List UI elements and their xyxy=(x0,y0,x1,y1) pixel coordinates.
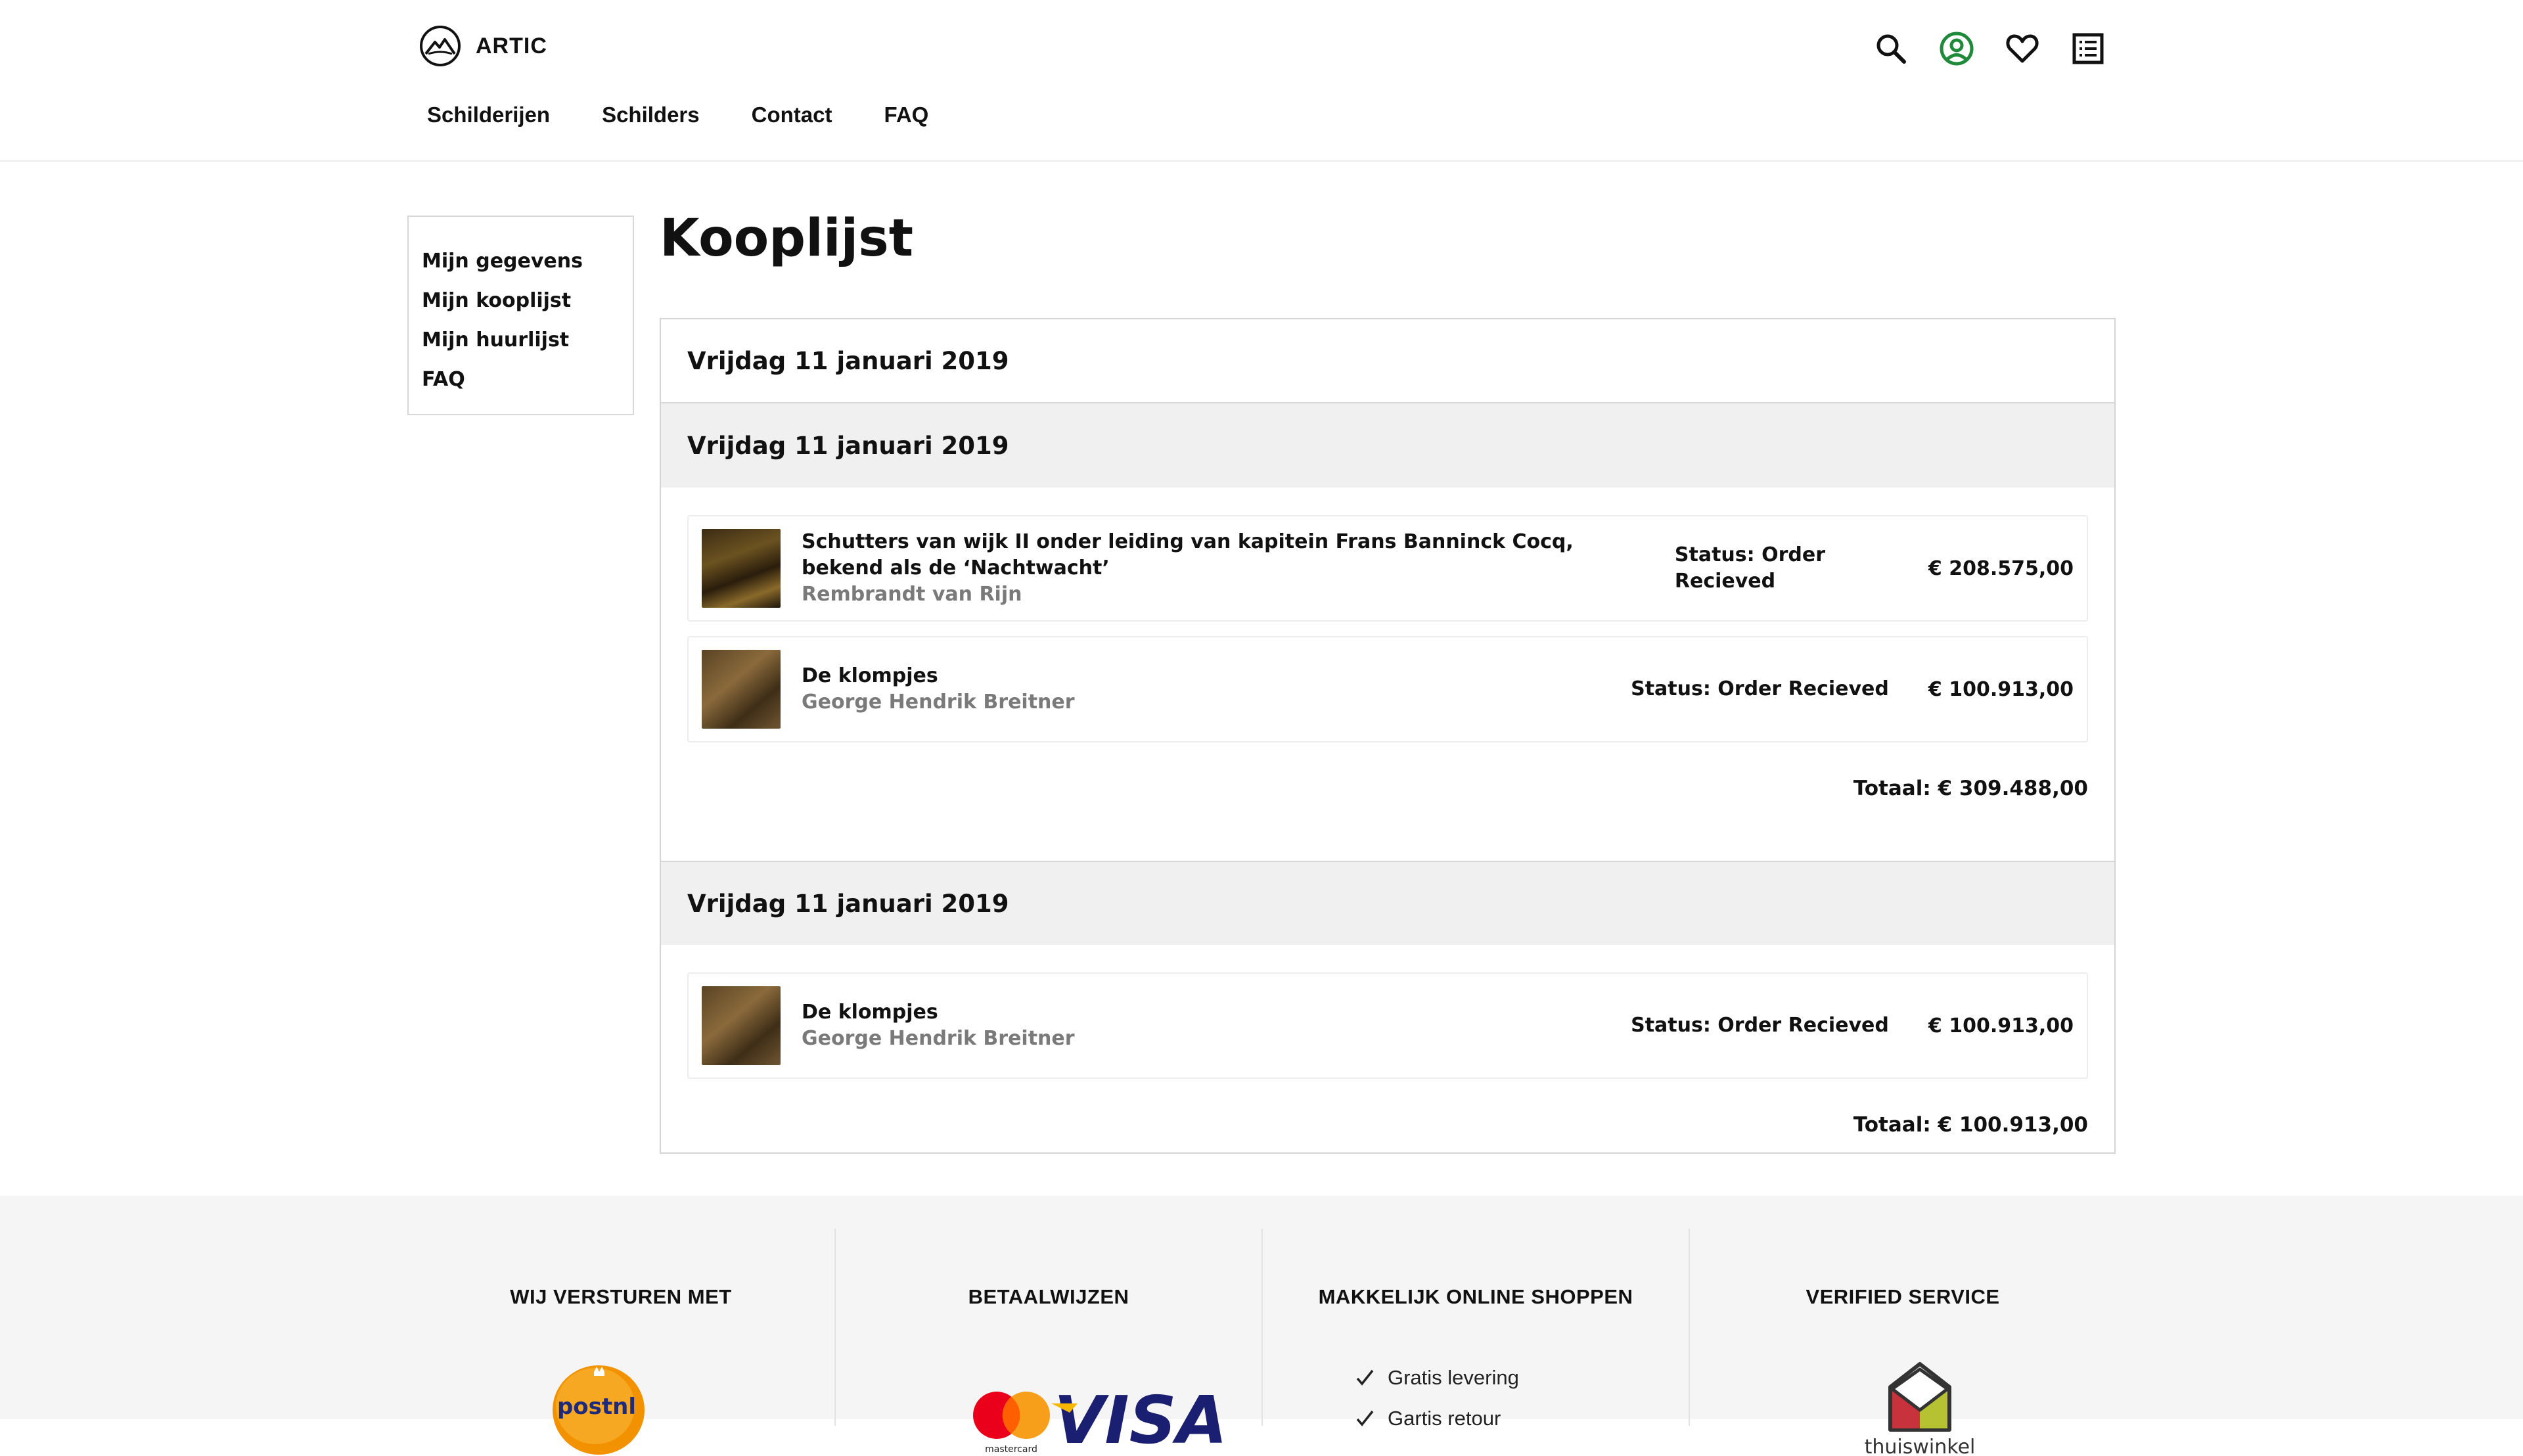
account-icon xyxy=(1940,32,1974,66)
search-icon xyxy=(1876,34,1906,64)
check-icon xyxy=(1356,1369,1374,1386)
shopping-benefits: Gratis levering Gartis retour xyxy=(1355,1357,1519,1439)
order-date-header[interactable]: Vrijdag 11 januari 2019 xyxy=(661,319,2114,403)
footer-payment: BETAALWIJZEN mastercard VISA xyxy=(834,1229,1262,1456)
footer-shipping-title: WIJ VERSTUREN MET xyxy=(510,1285,732,1308)
painting-thumbnail xyxy=(702,986,781,1065)
check-icon xyxy=(1356,1410,1374,1426)
list-icon xyxy=(2072,33,2104,64)
footer-payment-title: BETAALWIJZEN xyxy=(968,1285,1129,1308)
search-button[interactable] xyxy=(1871,29,1911,68)
postnl-logo: postnl xyxy=(553,1365,645,1455)
order-item[interactable]: Schutters van wijk II onder leiding van … xyxy=(687,515,2088,622)
site-footer: WIJ VERSTUREN MET postnl BETAALWIJZEN ma… xyxy=(0,1196,2523,1456)
main-nav: Schilderijen Schilders Contact FAQ xyxy=(427,102,980,127)
sidebar-item-mijn-gegevens[interactable]: Mijn gegevens xyxy=(422,242,633,281)
order-item[interactable]: De klompjes George Hendrik Breitner Stat… xyxy=(687,636,2088,742)
order-item-text: De klompjes George Hendrik Breitner xyxy=(802,663,1631,716)
order-status: Status: Order Recieved xyxy=(1674,543,1825,593)
painting-thumbnail xyxy=(702,650,781,729)
footer-shopping: MAKKELIJK ONLINE SHOPPEN Gratis levering… xyxy=(1262,1229,1689,1430)
nav-faq[interactable]: FAQ xyxy=(884,102,928,127)
order-date-header[interactable]: Vrijdag 11 januari 2019 xyxy=(661,861,2114,945)
painting-title: Schutters van wijk II onder leiding van … xyxy=(802,530,1574,580)
account-button[interactable] xyxy=(1937,29,1976,68)
site-header: ARTIC Schilderijen Schilders Contact FAQ xyxy=(0,0,2523,162)
svg-text:mastercard: mastercard xyxy=(985,1444,1037,1455)
order-price: € 100.913,00 xyxy=(1928,677,2074,701)
order-price: € 100.913,00 xyxy=(1928,1014,2074,1037)
thuiswinkel-logo: thuiswinkel xyxy=(1865,1362,1976,1456)
painting-artist: Rembrandt van Rijn xyxy=(802,583,1022,606)
benefit-item: Gartis retour xyxy=(1355,1398,1519,1439)
mountain-logo-icon xyxy=(420,26,461,66)
order-items: Schutters van wijk II onder leiding van … xyxy=(661,488,2114,861)
order-item[interactable]: De klompjes George Hendrik Breitner Stat… xyxy=(687,972,2088,1079)
footer-verified: VERIFIED SERVICE thuiswinkel xyxy=(1689,1229,2116,1456)
footer-shopping-title: MAKKELIJK ONLINE SHOPPEN xyxy=(1318,1285,1633,1308)
svg-text:thuiswinkel: thuiswinkel xyxy=(1865,1436,1976,1456)
footer-shipping: WIJ VERSTUREN MET postnl xyxy=(407,1229,834,1455)
brand-logo[interactable]: ARTIC xyxy=(419,25,547,67)
orders-list-button[interactable] xyxy=(2068,29,2108,68)
order-item-text: Schutters van wijk II onder leiding van … xyxy=(802,529,1675,608)
order-status: Status: Order Recieved xyxy=(1631,1014,1889,1037)
order-date-header[interactable]: Vrijdag 11 januari 2019 xyxy=(661,403,2114,488)
order-items: De klompjes George Hendrik Breitner Stat… xyxy=(661,945,2114,1197)
painting-artist: George Hendrik Breitner xyxy=(802,1027,1075,1050)
painting-title: De klompjes xyxy=(802,1001,938,1024)
sidebar-item-faq[interactable]: FAQ xyxy=(422,360,633,399)
painting-thumbnail xyxy=(702,529,781,608)
nav-schilders[interactable]: Schilders xyxy=(602,102,700,127)
order-total: Totaal: € 100.913,00 xyxy=(1853,1113,2088,1137)
orders-panel: Vrijdag 11 januari 2019 Vrijdag 11 janua… xyxy=(660,318,2116,1154)
benefit-label: Gratis levering xyxy=(1388,1366,1519,1389)
svg-text:postnl: postnl xyxy=(557,1394,636,1420)
payment-logos: mastercard VISA xyxy=(973,1384,1227,1456)
nav-schilderijen[interactable]: Schilderijen xyxy=(427,102,550,127)
footer-verified-title: VERIFIED SERVICE xyxy=(1806,1285,2000,1308)
order-total: Totaal: € 309.488,00 xyxy=(1853,777,2088,800)
sidebar-item-mijn-kooplijst[interactable]: Mijn kooplijst xyxy=(422,281,633,321)
order-item-text: De klompjes George Hendrik Breitner xyxy=(802,999,1631,1052)
brand-name: ARTIC xyxy=(476,33,547,58)
header-actions xyxy=(1871,29,2108,68)
wishlist-heart-icon xyxy=(2006,34,2039,63)
order-price: € 208.575,00 xyxy=(1928,557,2074,580)
benefit-label: Gartis retour xyxy=(1388,1407,1501,1430)
sidebar-item-mijn-huurlijst[interactable]: Mijn huurlijst xyxy=(422,321,633,360)
account-sidebar: Mijn gegevens Mijn kooplijst Mijn huurli… xyxy=(407,216,634,415)
page-title: Kooplijst xyxy=(660,209,914,268)
benefit-item: Gratis levering xyxy=(1355,1357,1519,1398)
order-status: Status: Order Recieved xyxy=(1631,677,1889,700)
svg-text:VISA: VISA xyxy=(1054,1384,1227,1456)
painting-artist: George Hendrik Breitner xyxy=(802,691,1075,714)
wishlist-button[interactable] xyxy=(2003,29,2042,68)
painting-title: De klompjes xyxy=(802,664,938,687)
nav-contact[interactable]: Contact xyxy=(752,102,832,127)
